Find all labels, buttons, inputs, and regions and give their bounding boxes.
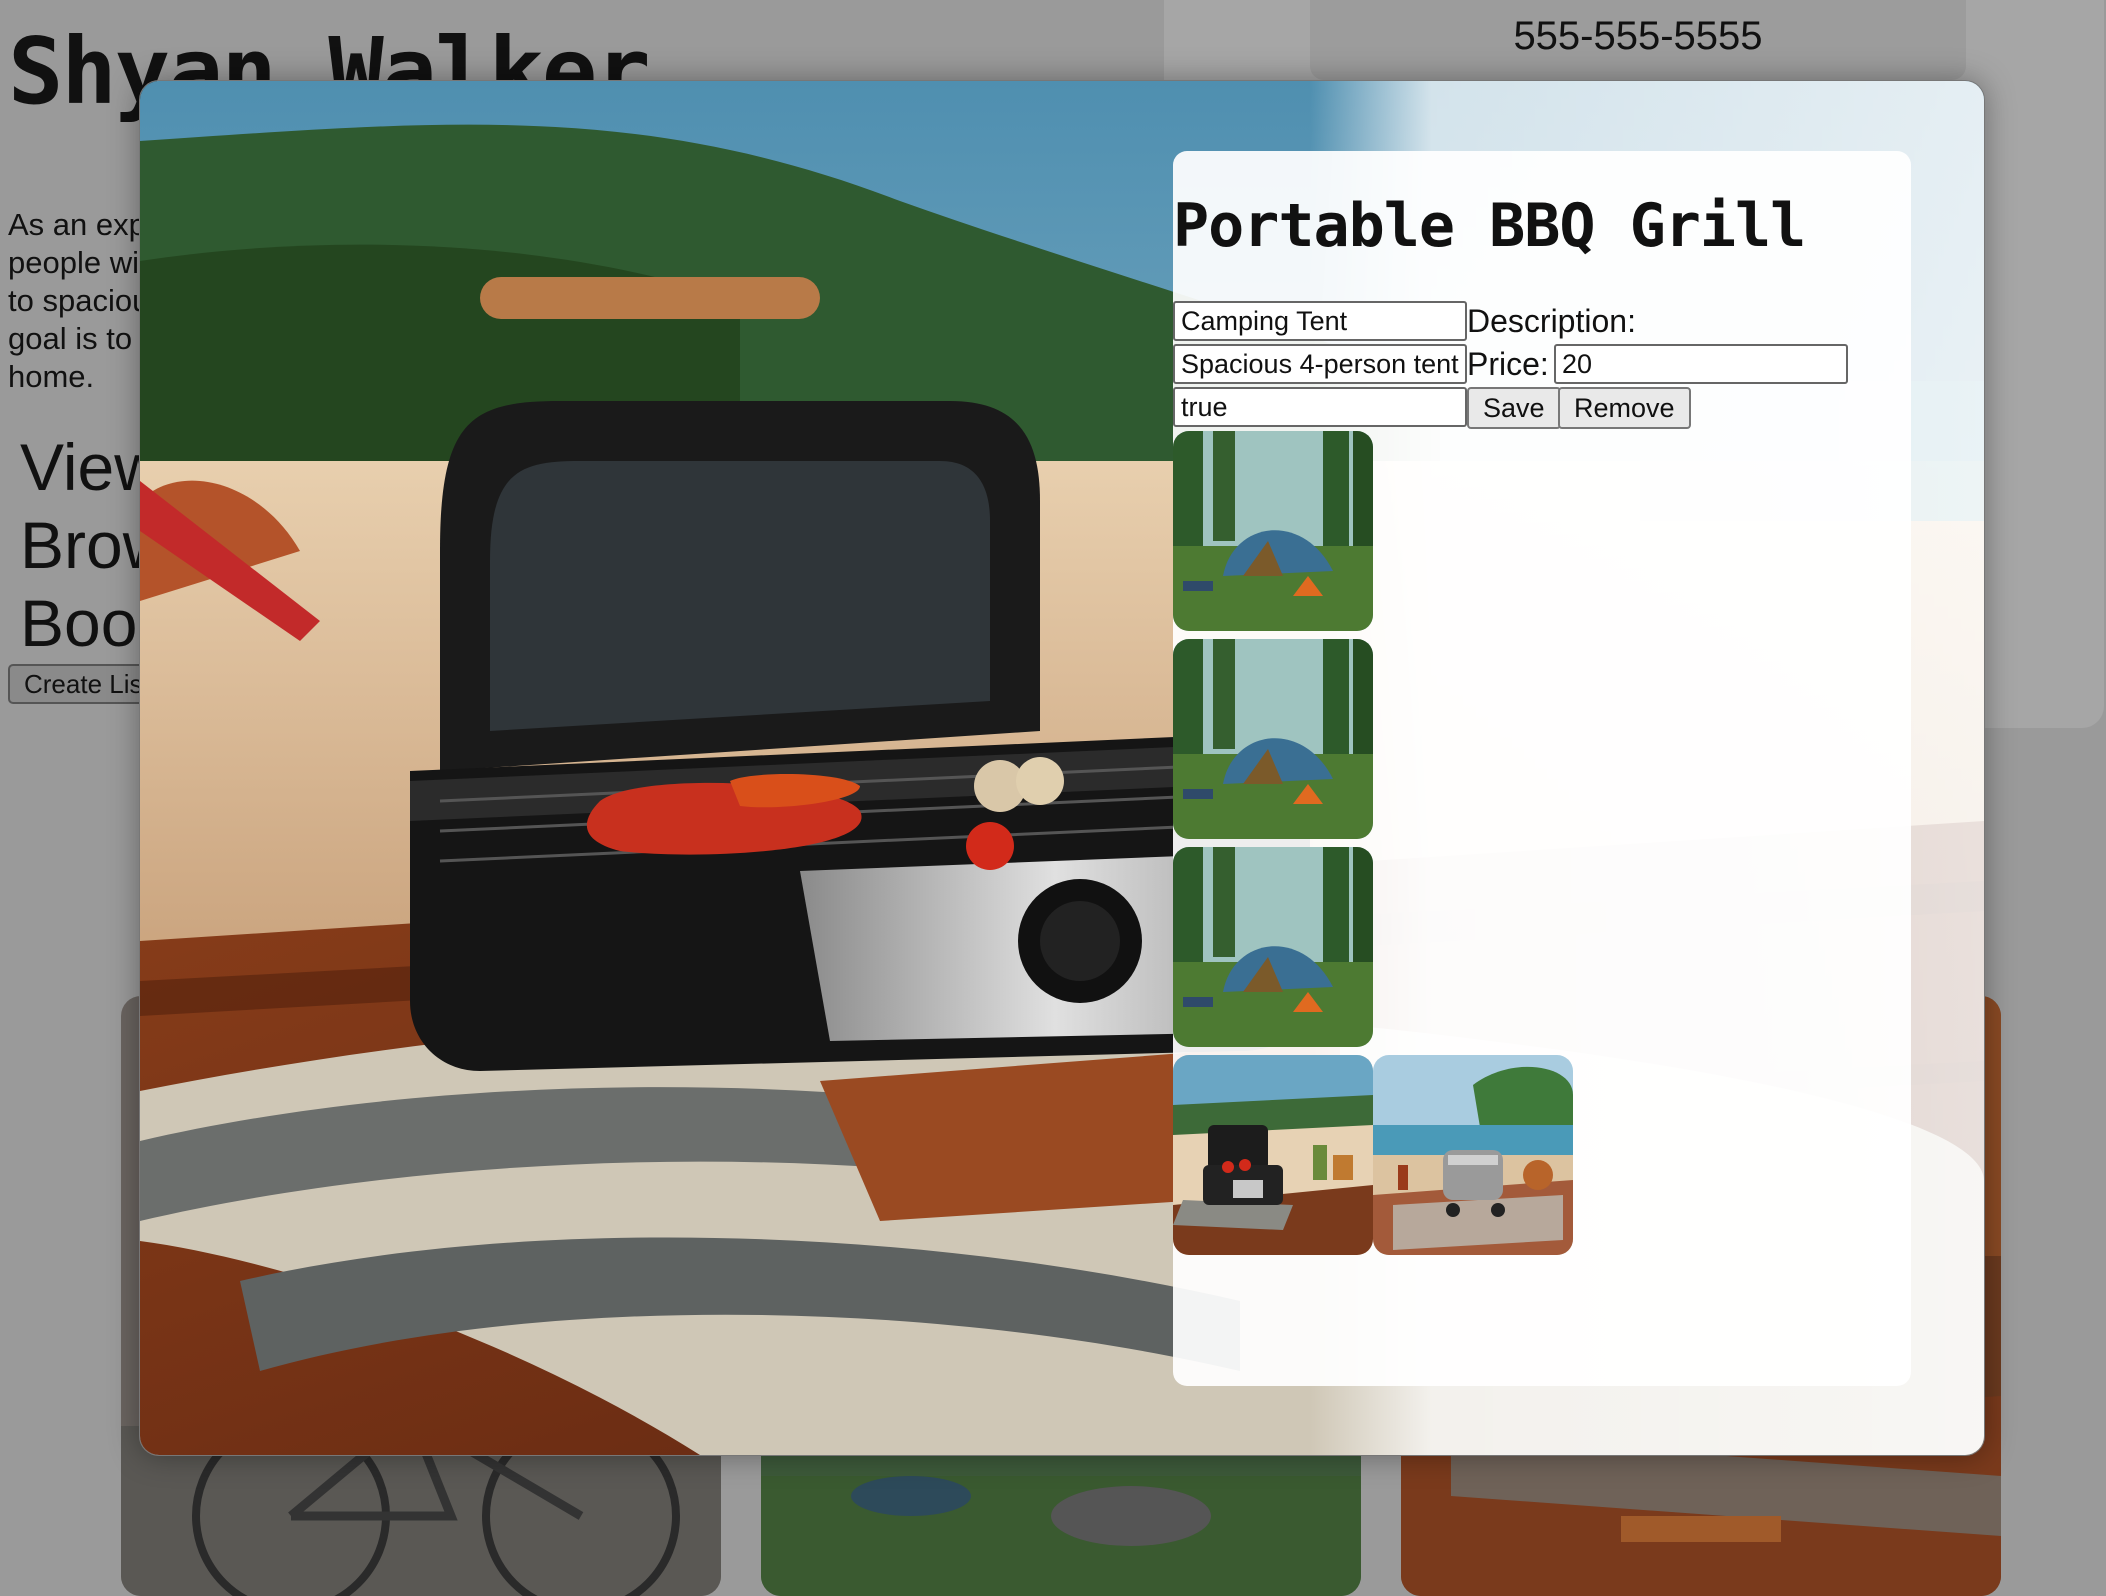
camping-tent-photo (1173, 847, 1373, 1047)
availability-input[interactable] (1173, 387, 1467, 427)
price-input[interactable] (1554, 344, 1848, 384)
phone-number: 555-555-5555 (1513, 14, 1763, 58)
bbq-grill-cove-photo (1373, 1055, 1573, 1255)
remove-button[interactable]: Remove (1558, 387, 1691, 429)
thumbnail-tent-3[interactable] (1173, 847, 1373, 1047)
save-button[interactable]: Save (1467, 387, 1561, 429)
description-input[interactable] (1173, 344, 1467, 384)
thumbnail-grill-beach[interactable] (1173, 1055, 1373, 1255)
thumbnail-grill-cove[interactable] (1373, 1055, 1573, 1255)
thumbnail-tent-1[interactable] (1173, 431, 1373, 631)
bbq-grill-beach-photo (1173, 1055, 1373, 1255)
camping-tent-photo (1173, 639, 1373, 839)
camping-tent-photo (1173, 431, 1373, 631)
listing-title: Portable BBQ Grill (1173, 191, 1806, 261)
description-label: Description: (1467, 303, 1636, 339)
name-input[interactable] (1173, 301, 1467, 341)
thumbnail-tent-2[interactable] (1173, 639, 1373, 839)
price-label: Price: (1467, 346, 1549, 382)
listing-modal: Portable BBQ Grill Description: Price: S… (139, 80, 1985, 1456)
listing-edit-panel: Portable BBQ Grill Description: Price: S… (1173, 151, 1911, 1386)
